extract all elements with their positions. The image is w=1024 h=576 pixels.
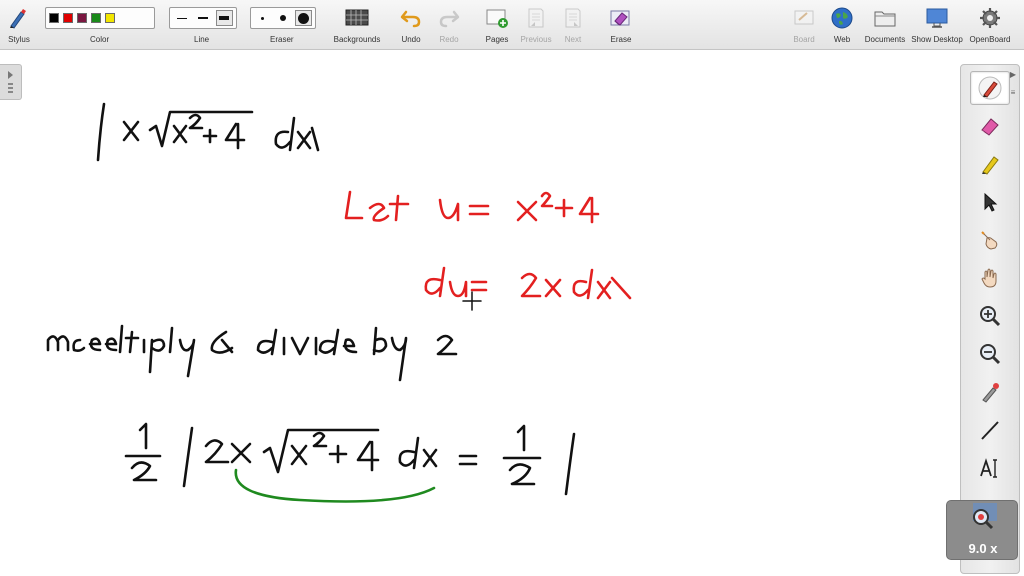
- integral-expression: [96, 102, 320, 162]
- pen-tool-button[interactable]: [970, 71, 1010, 105]
- next-page-icon: [560, 5, 586, 31]
- redo-button[interactable]: Redo: [436, 0, 462, 50]
- board-label: Board: [793, 35, 815, 44]
- substitution-let: [344, 190, 600, 224]
- pages-label: Pages: [485, 35, 509, 44]
- previous-page-button[interactable]: Previous: [518, 0, 554, 50]
- openboard-label: OpenBoard: [969, 35, 1011, 44]
- whiteboard-canvas[interactable]: [0, 51, 960, 576]
- eraser-small-button[interactable]: [254, 10, 271, 26]
- previous-label: Previous: [520, 35, 552, 44]
- redo-arrow-icon: [436, 5, 462, 31]
- gear-icon: [977, 5, 1003, 31]
- text-tool-icon: [980, 458, 997, 478]
- green-underbrace: [234, 468, 436, 503]
- highlighter-icon: [982, 156, 999, 175]
- pages-button[interactable]: Pages: [482, 0, 512, 50]
- pen-icon: [978, 76, 1002, 100]
- line-medium-button[interactable]: [194, 10, 211, 26]
- zoom-level: 9.0 x: [968, 541, 998, 556]
- zoom-indicator: 9.0 x: [946, 500, 1018, 560]
- stylus-label: Stylus: [8, 35, 30, 44]
- undo-label: Undo: [401, 35, 421, 44]
- eraser-icon: [981, 118, 999, 136]
- color-label: Color: [90, 35, 110, 44]
- eraser-tool-button[interactable]: [970, 109, 1010, 143]
- erase-label: Erase: [610, 35, 632, 44]
- show-desktop-button[interactable]: Show Desktop: [910, 0, 964, 50]
- undo-button[interactable]: Undo: [398, 0, 424, 50]
- documents-button[interactable]: Documents: [862, 0, 908, 50]
- openboard-menu-button[interactable]: OpenBoard: [968, 0, 1012, 50]
- stylus-icon: [6, 5, 32, 31]
- line-thin-icon: [176, 17, 187, 19]
- substitution-du: [424, 266, 632, 300]
- erase-board-icon: [608, 5, 634, 31]
- eraser-medium-icon: [280, 15, 286, 21]
- selector-tool-button[interactable]: [970, 185, 1010, 219]
- backgrounds-label: Backgrounds: [333, 35, 381, 44]
- zoom-in-tool-button[interactable]: [970, 299, 1010, 333]
- backgrounds-button[interactable]: Backgrounds: [330, 0, 384, 50]
- stylus-button[interactable]: Stylus: [4, 0, 34, 50]
- line-thick-icon: [219, 16, 230, 20]
- redo-label: Redo: [439, 35, 459, 44]
- erase-button[interactable]: Erase: [606, 0, 636, 50]
- color-palette: [45, 7, 155, 29]
- line-thin-button[interactable]: [173, 10, 190, 26]
- text-tool-button[interactable]: [970, 451, 1010, 485]
- arrow-pointer-icon: [984, 192, 998, 212]
- previous-page-icon: [523, 5, 549, 31]
- panel-menu-icon[interactable]: ≡: [1007, 88, 1019, 100]
- line-label: Line: [194, 35, 210, 44]
- color-swatch-red[interactable]: [63, 13, 73, 23]
- interact-tool-button[interactable]: [970, 223, 1010, 257]
- hand-tool-button[interactable]: [970, 261, 1010, 295]
- hand-icon: [981, 268, 997, 288]
- folder-icon: [872, 5, 898, 31]
- zoom-out-icon: [980, 344, 1001, 365]
- zoom-in-icon: [980, 306, 1001, 327]
- eraser-small-icon: [260, 16, 264, 20]
- grid-background-icon: [344, 5, 370, 31]
- pointing-hand-icon: [981, 231, 998, 250]
- laser-pointer-icon: [982, 383, 999, 403]
- laser-pointer-tool-button[interactable]: [970, 375, 1010, 409]
- monitor-icon: [924, 5, 950, 31]
- panel-collapse-arrow-icon[interactable]: ▶: [1007, 70, 1019, 82]
- line-icon: [981, 421, 999, 440]
- show-desktop-label: Show Desktop: [911, 35, 963, 44]
- line-medium-icon: [197, 17, 208, 19]
- globe-icon: [829, 5, 855, 31]
- line-tool-button[interactable]: [970, 413, 1010, 447]
- eraser-large-button[interactable]: [295, 10, 313, 26]
- color-swatch-green[interactable]: [91, 13, 101, 23]
- web-label: Web: [833, 35, 851, 44]
- undo-arrow-icon: [398, 5, 424, 31]
- next-label: Next: [564, 35, 582, 44]
- highlighter-tool-button[interactable]: [970, 147, 1010, 181]
- board-icon: [791, 5, 817, 31]
- color-swatch-yellow[interactable]: [105, 13, 115, 23]
- top-toolbar: Stylus Color Line Eraser Backgrounds Und…: [0, 0, 1024, 50]
- add-page-icon: [484, 5, 510, 31]
- eraser-size-group: [250, 7, 316, 29]
- line-width-group: [169, 7, 237, 29]
- eraser-label: Eraser: [270, 35, 294, 44]
- zoom-magnifier-icon: [973, 503, 997, 530]
- documents-label: Documents: [864, 35, 906, 44]
- line-thick-button[interactable]: [215, 10, 233, 26]
- rewritten-integral: [124, 422, 576, 496]
- multiply-divide-note: [46, 324, 458, 382]
- color-swatch-black[interactable]: [49, 13, 59, 23]
- ink-strokes: [46, 102, 632, 503]
- next-page-button[interactable]: Next: [558, 0, 588, 50]
- color-swatch-maroon[interactable]: [77, 13, 87, 23]
- board-button[interactable]: Board: [790, 0, 818, 50]
- right-tool-palette: [960, 64, 1020, 574]
- web-button[interactable]: Web: [828, 0, 856, 50]
- eraser-large-icon: [298, 12, 310, 24]
- eraser-medium-button[interactable]: [275, 10, 292, 26]
- zoom-out-tool-button[interactable]: [970, 337, 1010, 371]
